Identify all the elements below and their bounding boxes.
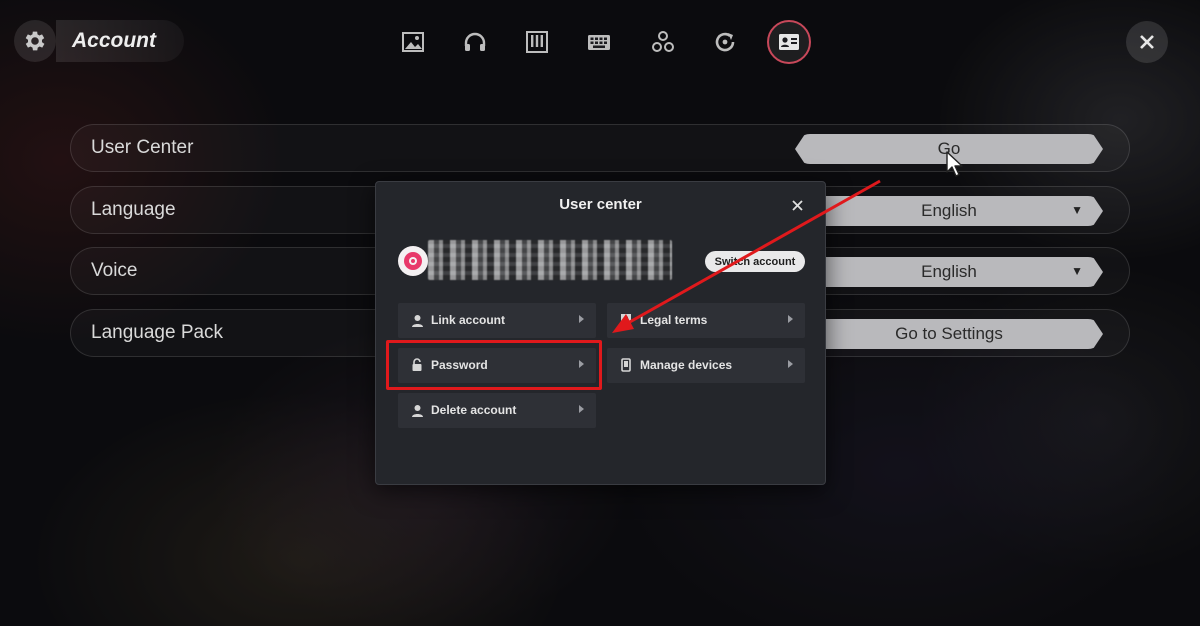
avatar bbox=[398, 246, 428, 276]
username-redacted bbox=[428, 240, 672, 280]
select-value: English bbox=[921, 262, 977, 281]
page-title: Account bbox=[56, 20, 184, 62]
dialog-close-button[interactable] bbox=[787, 195, 807, 215]
item-label: Legal terms bbox=[640, 313, 708, 327]
link-account-item[interactable]: Link account bbox=[398, 303, 596, 338]
chevron-right-icon bbox=[788, 315, 793, 323]
mouse-cursor-icon bbox=[946, 151, 963, 177]
settings-row-user-center: User Center Go bbox=[70, 124, 1130, 172]
gear-icon bbox=[25, 31, 45, 51]
password-highlight-box bbox=[386, 340, 602, 390]
user-center-dialog: User center Switch account Link account … bbox=[375, 181, 826, 485]
piano-keys-icon bbox=[526, 31, 548, 53]
caret-down-icon: ▼ bbox=[1071, 264, 1083, 278]
tab-image[interactable] bbox=[393, 22, 433, 62]
tab-account[interactable] bbox=[767, 20, 811, 64]
language-select[interactable]: English ▼ bbox=[795, 196, 1103, 226]
user-avatar-icon bbox=[404, 252, 422, 270]
switch-account-button[interactable]: Switch account bbox=[705, 251, 805, 272]
item-label: Manage devices bbox=[640, 358, 733, 372]
row-label: Language bbox=[91, 199, 176, 220]
tab-sync[interactable] bbox=[705, 22, 745, 62]
dialog-title: User center bbox=[559, 196, 642, 213]
close-icon bbox=[791, 199, 803, 211]
tab-audio[interactable] bbox=[455, 22, 495, 62]
user-icon bbox=[410, 403, 424, 417]
keyboard-icon bbox=[588, 35, 610, 50]
manage-devices-item[interactable]: Manage devices bbox=[607, 348, 805, 383]
row-label: Voice bbox=[91, 260, 138, 281]
id-card-icon bbox=[779, 34, 799, 50]
button-label: Switch account bbox=[714, 255, 796, 268]
tab-network[interactable] bbox=[643, 22, 683, 62]
row-label: User Center bbox=[91, 137, 194, 158]
voice-select[interactable]: English ▼ bbox=[795, 257, 1103, 287]
item-label: Delete account bbox=[431, 403, 517, 417]
document-icon bbox=[619, 313, 633, 327]
select-value: English bbox=[921, 201, 977, 220]
item-label: Link account bbox=[431, 313, 506, 327]
chevron-right-icon bbox=[788, 360, 793, 368]
legal-terms-item[interactable]: Legal terms bbox=[607, 303, 805, 338]
user-icon bbox=[410, 313, 424, 327]
chevron-right-icon bbox=[579, 405, 584, 413]
row-label: Language Pack bbox=[91, 322, 224, 343]
delete-account-item[interactable]: Delete account bbox=[398, 393, 596, 428]
phone-icon bbox=[619, 358, 633, 372]
headphones-icon bbox=[464, 32, 486, 51]
tab-controls[interactable] bbox=[579, 22, 619, 62]
settings-button[interactable] bbox=[14, 20, 56, 62]
close-button[interactable] bbox=[1126, 21, 1168, 63]
nodes-icon bbox=[652, 31, 674, 52]
top-tab-bar bbox=[393, 20, 813, 64]
close-icon bbox=[1140, 35, 1154, 49]
caret-down-icon: ▼ bbox=[1071, 203, 1083, 217]
tab-keys[interactable] bbox=[517, 22, 557, 62]
image-icon bbox=[402, 32, 424, 52]
button-label: Go to Settings bbox=[895, 324, 1003, 343]
refresh-icon bbox=[715, 32, 735, 52]
chevron-right-icon bbox=[579, 315, 584, 323]
go-to-settings-button[interactable]: Go to Settings bbox=[795, 319, 1103, 349]
